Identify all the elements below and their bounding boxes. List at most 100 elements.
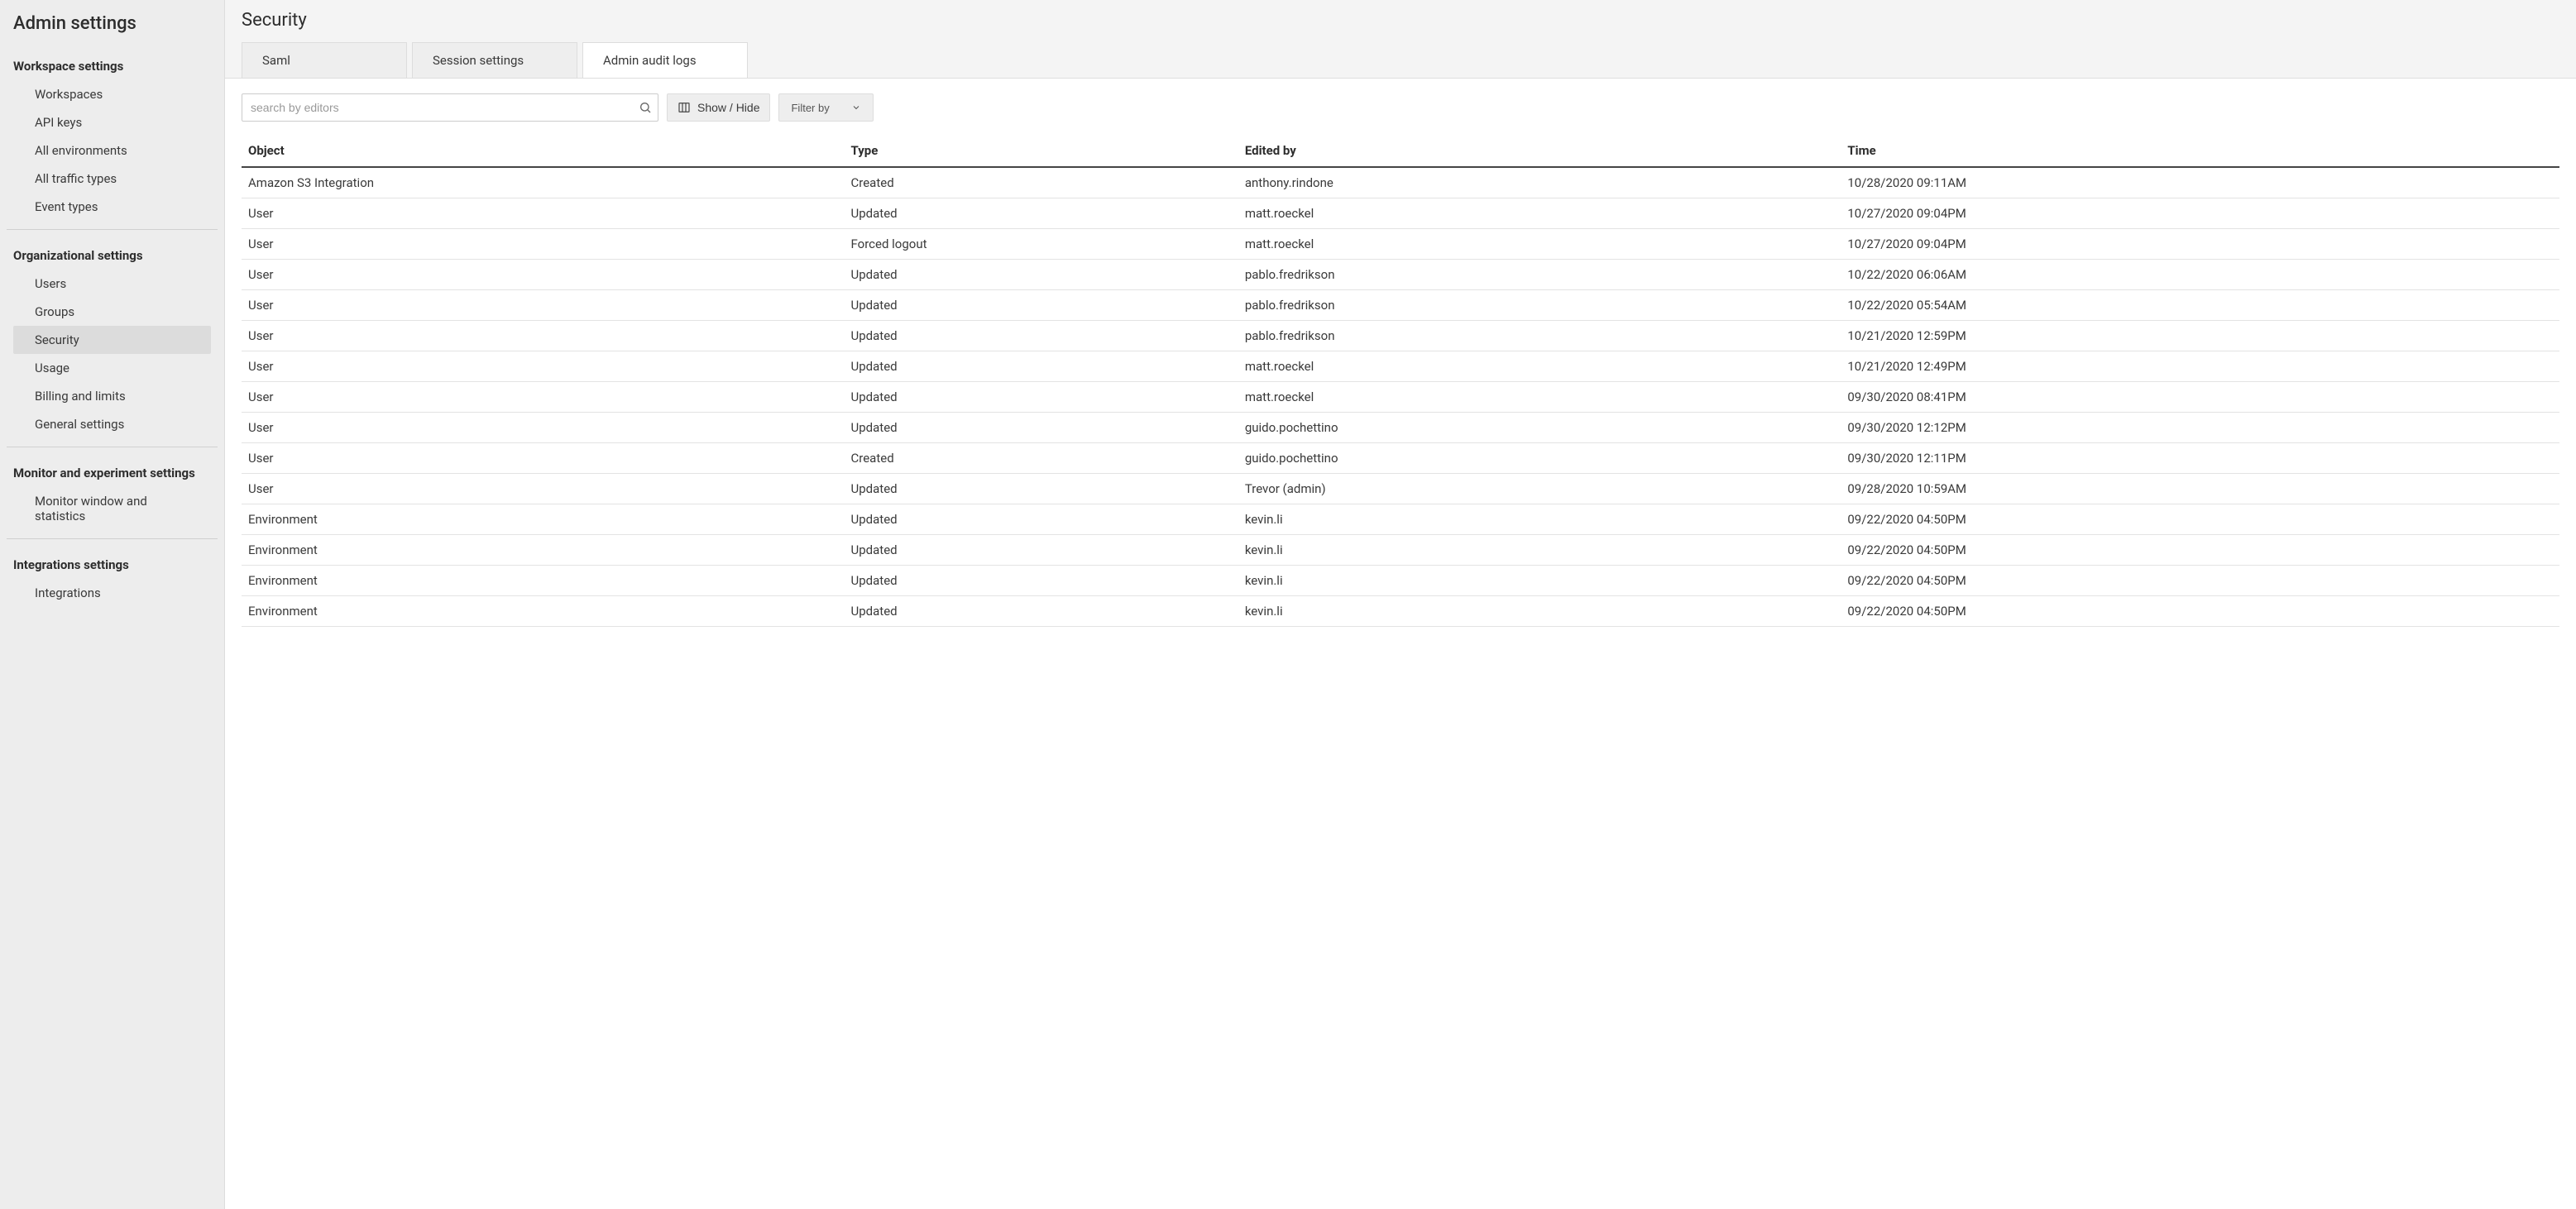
cell-edited-by: Trevor (admin) [1238, 474, 1841, 504]
cell-time: 09/30/2020 12:12PM [1841, 413, 2559, 443]
cell-time: 10/27/2020 09:04PM [1841, 229, 2559, 260]
sidebar-section-heading: Workspace settings [0, 49, 224, 80]
cell-edited-by: kevin.li [1238, 596, 1841, 627]
cell-time: 10/28/2020 09:11AM [1841, 167, 2559, 198]
cell-time: 10/27/2020 09:04PM [1841, 198, 2559, 229]
cell-type: Updated [845, 596, 1238, 627]
sidebar-section-heading: Integrations settings [0, 547, 224, 579]
columns-icon [678, 101, 691, 114]
table-row[interactable]: UserUpdatedTrevor (admin)09/28/2020 10:5… [242, 474, 2559, 504]
cell-object: User [242, 443, 845, 474]
filter-by-label: Filter by [791, 102, 829, 114]
tabs: SamlSession settingsAdmin audit logs [242, 42, 2559, 78]
cell-object: Amazon S3 Integration [242, 167, 845, 198]
table-row[interactable]: EnvironmentUpdatedkevin.li09/22/2020 04:… [242, 535, 2559, 566]
cell-time: 09/30/2020 12:11PM [1841, 443, 2559, 474]
column-header-type[interactable]: Type [845, 135, 1238, 167]
table-row[interactable]: Amazon S3 IntegrationCreatedanthony.rind… [242, 167, 2559, 198]
cell-type: Updated [845, 566, 1238, 596]
sidebar-item-billing-and-limits[interactable]: Billing and limits [13, 382, 211, 410]
sidebar-item-integrations[interactable]: Integrations [13, 579, 211, 607]
cell-time: 10/21/2020 12:49PM [1841, 351, 2559, 382]
show-hide-label: Show / Hide [697, 101, 759, 114]
main-area: Security SamlSession settingsAdmin audit… [225, 0, 2576, 1209]
cell-type: Updated [845, 382, 1238, 413]
table-row[interactable]: UserUpdatedpablo.fredrikson10/21/2020 12… [242, 321, 2559, 351]
cell-time: 09/30/2020 08:41PM [1841, 382, 2559, 413]
sidebar-item-monitor-window-and-statistics[interactable]: Monitor window and statistics [13, 487, 211, 530]
table-row[interactable]: UserUpdatedmatt.roeckel10/27/2020 09:04P… [242, 198, 2559, 229]
cell-object: Environment [242, 596, 845, 627]
column-header-object[interactable]: Object [242, 135, 845, 167]
page-title: Security [242, 10, 2559, 42]
main-body: Show / Hide Filter by Object Type Edited… [225, 78, 2576, 1209]
cell-time: 09/22/2020 04:50PM [1841, 566, 2559, 596]
cell-object: User [242, 413, 845, 443]
cell-object: User [242, 382, 845, 413]
sidebar-item-api-keys[interactable]: API keys [13, 108, 211, 136]
table-row[interactable]: UserUpdatedguido.pochettino09/30/2020 12… [242, 413, 2559, 443]
cell-edited-by: matt.roeckel [1238, 351, 1841, 382]
cell-object: User [242, 290, 845, 321]
cell-time: 10/22/2020 06:06AM [1841, 260, 2559, 290]
sidebar-item-security[interactable]: Security [13, 326, 211, 354]
cell-edited-by: anthony.rindone [1238, 167, 1841, 198]
tab-admin-audit-logs[interactable]: Admin audit logs [582, 42, 748, 78]
cell-object: User [242, 229, 845, 260]
cell-edited-by: guido.pochettino [1238, 443, 1841, 474]
table-row[interactable]: UserUpdatedpablo.fredrikson10/22/2020 05… [242, 290, 2559, 321]
filter-by-button[interactable]: Filter by [778, 93, 873, 122]
cell-type: Updated [845, 198, 1238, 229]
cell-object: User [242, 351, 845, 382]
search-icon [639, 101, 652, 114]
cell-edited-by: kevin.li [1238, 535, 1841, 566]
cell-type: Updated [845, 535, 1238, 566]
sidebar-item-usage[interactable]: Usage [13, 354, 211, 382]
sidebar-item-workspaces[interactable]: Workspaces [13, 80, 211, 108]
cell-edited-by: matt.roeckel [1238, 198, 1841, 229]
sidebar-item-general-settings[interactable]: General settings [13, 410, 211, 438]
column-header-time[interactable]: Time [1841, 135, 2559, 167]
cell-time: 10/22/2020 05:54AM [1841, 290, 2559, 321]
cell-object: User [242, 321, 845, 351]
table-row[interactable]: EnvironmentUpdatedkevin.li09/22/2020 04:… [242, 566, 2559, 596]
cell-type: Created [845, 443, 1238, 474]
cell-object: Environment [242, 504, 845, 535]
audit-log-table: Object Type Edited by Time Amazon S3 Int… [242, 135, 2559, 627]
cell-edited-by: kevin.li [1238, 566, 1841, 596]
search-input[interactable] [242, 93, 658, 122]
sidebar-title: Admin settings [0, 10, 224, 49]
cell-type: Updated [845, 474, 1238, 504]
cell-edited-by: pablo.fredrikson [1238, 290, 1841, 321]
tab-saml[interactable]: Saml [242, 42, 407, 78]
cell-edited-by: pablo.fredrikson [1238, 260, 1841, 290]
table-row[interactable]: UserUpdatedpablo.fredrikson10/22/2020 06… [242, 260, 2559, 290]
cell-type: Created [845, 167, 1238, 198]
sidebar-item-users[interactable]: Users [13, 270, 211, 298]
cell-time: 09/22/2020 04:50PM [1841, 596, 2559, 627]
sidebar-item-all-traffic-types[interactable]: All traffic types [13, 165, 211, 193]
show-hide-columns-button[interactable]: Show / Hide [667, 93, 770, 122]
table-header-row: Object Type Edited by Time [242, 135, 2559, 167]
cell-type: Updated [845, 321, 1238, 351]
tab-session-settings[interactable]: Session settings [412, 42, 577, 78]
table-row[interactable]: EnvironmentUpdatedkevin.li09/22/2020 04:… [242, 596, 2559, 627]
sidebar-item-event-types[interactable]: Event types [13, 193, 211, 221]
cell-type: Updated [845, 260, 1238, 290]
chevron-down-icon [851, 103, 861, 112]
sidebar-item-all-environments[interactable]: All environments [13, 136, 211, 165]
sidebar-divider [7, 229, 218, 230]
cell-type: Updated [845, 413, 1238, 443]
table-row[interactable]: UserUpdatedmatt.roeckel09/30/2020 08:41P… [242, 382, 2559, 413]
sidebar-item-groups[interactable]: Groups [13, 298, 211, 326]
cell-edited-by: matt.roeckel [1238, 229, 1841, 260]
cell-object: Environment [242, 566, 845, 596]
table-row[interactable]: EnvironmentUpdatedkevin.li09/22/2020 04:… [242, 504, 2559, 535]
controls-row: Show / Hide Filter by [242, 93, 2559, 122]
column-header-edited-by[interactable]: Edited by [1238, 135, 1841, 167]
table-row[interactable]: UserForced logoutmatt.roeckel10/27/2020 … [242, 229, 2559, 260]
cell-object: User [242, 474, 845, 504]
table-row[interactable]: UserCreatedguido.pochettino09/30/2020 12… [242, 443, 2559, 474]
table-row[interactable]: UserUpdatedmatt.roeckel10/21/2020 12:49P… [242, 351, 2559, 382]
search-wrap [242, 93, 658, 122]
